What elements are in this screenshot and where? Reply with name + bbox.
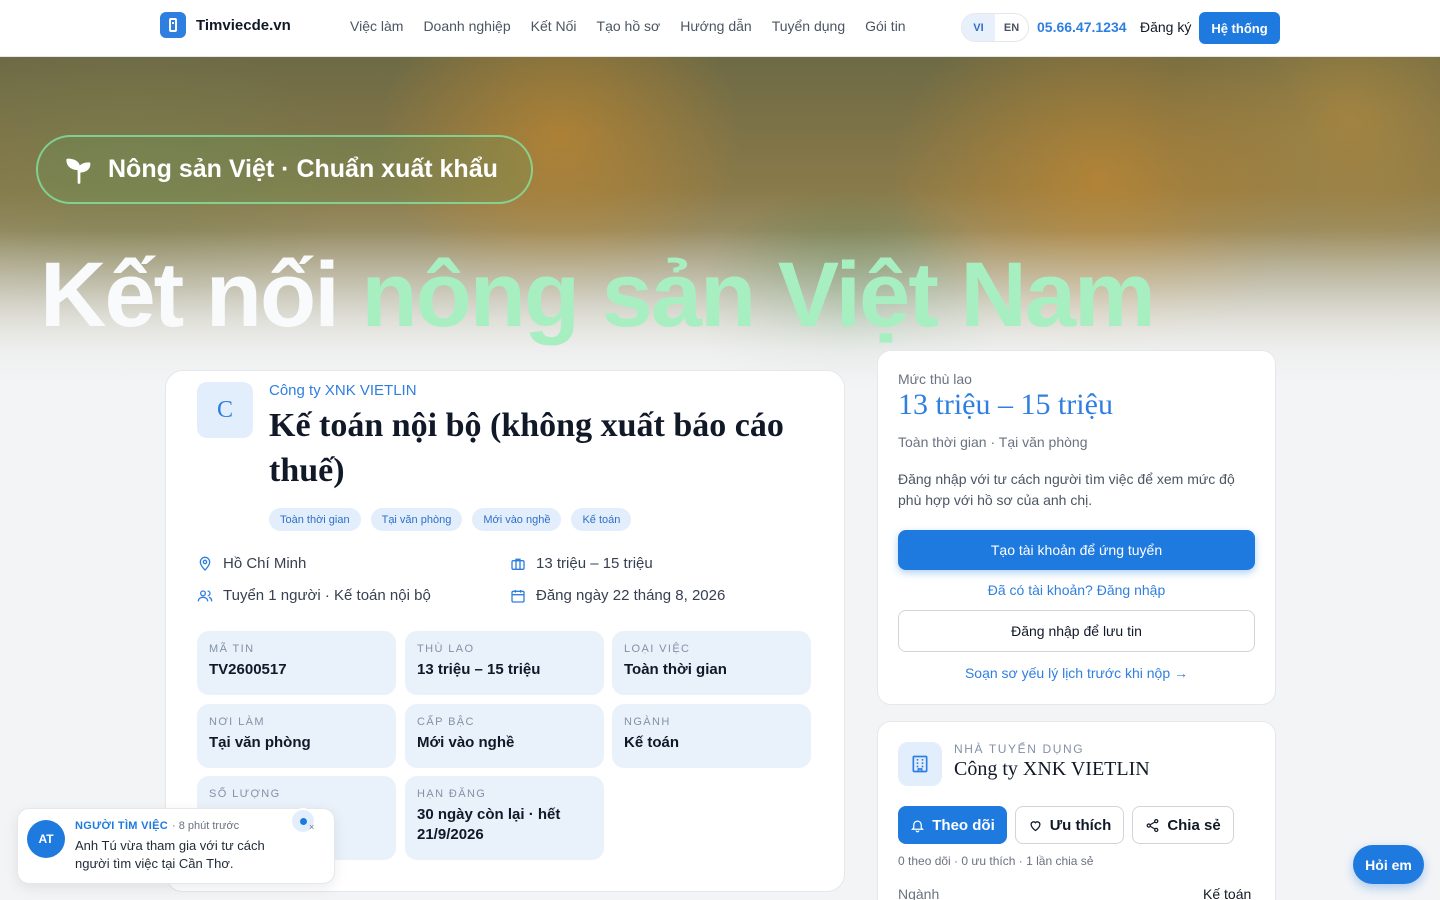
- salary-text: 13 triệu – 15 triệu: [536, 555, 653, 572]
- toast-time: · 8 phút trước: [172, 820, 240, 832]
- tag-full-time[interactable]: Toàn thời gian: [269, 508, 361, 531]
- hero-badge-text: Nông sản Việt · Chuẩn xuất khẩu: [108, 155, 498, 183]
- nav-doanh-nghiep[interactable]: Doanh nghiệp: [423, 18, 510, 34]
- info-label: Nơi làm: [209, 716, 265, 728]
- register-link[interactable]: Đăng ký: [1140, 19, 1191, 35]
- company-link[interactable]: Công ty XNK VIETLIN: [269, 382, 417, 399]
- job-title: Kế toán nội bộ (không xuất báo cáo thuế): [269, 407, 784, 489]
- employer-label: NHÀ TUYỂN DỤNG: [954, 742, 1085, 756]
- info-value: Mới vào nghề: [417, 734, 515, 751]
- system-button[interactable]: Hệ thống: [1199, 12, 1280, 44]
- toast-message: Anh Tú vừa tham gia với tư cách người tì…: [75, 838, 265, 871]
- top-navbar: Timviecde.vn Việc làm Doanh nghiệp Kết N…: [0, 0, 1440, 57]
- info-workplace: Nơi làm Tại văn phòng: [197, 704, 396, 768]
- info-level: Cấp bậc Mới vào nghề: [405, 704, 604, 768]
- create-account-button[interactable]: Tạo tài khoản để ứng tuyển: [898, 530, 1255, 570]
- users-icon: [197, 589, 213, 601]
- employer-industry-value: Kế toán: [1203, 886, 1252, 900]
- employer-name[interactable]: Công ty XNK VIETLIN: [954, 758, 1150, 781]
- sprout-icon: [66, 158, 91, 184]
- nav-tuyen-dung[interactable]: Tuyển dụng: [772, 18, 845, 34]
- info-job-type: Loại việc Toàn thời gian: [612, 631, 811, 695]
- favorite-label: Ưu thích: [1049, 816, 1112, 834]
- hero-badge: Nông sản Việt · Chuẩn xuất khẩu: [36, 135, 533, 204]
- info-value: Kế toán: [624, 734, 680, 751]
- employer-industry-label: Ngành: [898, 886, 940, 900]
- posted-text: Đăng ngày 22 tháng 8, 2026: [536, 587, 726, 604]
- chat-button[interactable]: Hỏi em: [1353, 845, 1424, 884]
- location-text: Hồ Chí Minh: [223, 555, 307, 572]
- headline-green: nông sản Việt Nam: [361, 244, 1155, 346]
- calendar-icon: [511, 589, 525, 603]
- info-value: Tại văn phòng: [209, 734, 311, 751]
- employer-stats: 0 theo dõi · 0 ưu thích · 1 lần chia sẻ: [898, 854, 1094, 868]
- building-icon: [898, 742, 942, 786]
- salary-label: Mức thù lao: [898, 371, 972, 387]
- briefcase-icon: [511, 558, 525, 570]
- info-label: Mã tin: [209, 643, 255, 655]
- bell-icon: [911, 820, 925, 832]
- info-salary: Thù lao 13 triệu – 15 triệu: [405, 631, 604, 695]
- prepare-cv-link[interactable]: Soạn sơ yếu lý lịch trước khi nộp →: [898, 665, 1255, 681]
- hiring-text: Tuyển 1 người · Kế toán nội bộ: [223, 587, 431, 604]
- tag-entry-level[interactable]: Mới vào nghề: [472, 508, 562, 531]
- meta-posted: Đăng ngày 22 tháng 8, 2026: [510, 587, 725, 604]
- info-deadline: Hạn đăng 30 ngày còn lại · hết 21/9/2026: [405, 776, 604, 860]
- salary-note: Đăng nhập với tư cách người tìm việc để …: [898, 471, 1235, 508]
- info-label: Cấp bậc: [417, 716, 475, 728]
- info-industry: Ngành Kế toán: [612, 704, 811, 768]
- brand[interactable]: Timviecde.vn: [160, 12, 291, 38]
- follow-label: Theo dõi: [932, 816, 995, 834]
- follow-button[interactable]: Theo dõi: [898, 806, 1007, 844]
- info-label: Ngành: [624, 716, 671, 728]
- info-label: Thù lao: [417, 643, 475, 655]
- phone-logo-icon: [160, 12, 186, 38]
- heart-icon: [1030, 820, 1041, 831]
- info-value: TV2600517: [209, 661, 287, 678]
- toast-role: NGƯỜI TÌM VIỆC: [75, 820, 168, 832]
- company-avatar: C: [197, 382, 253, 438]
- nav-tao-ho-so[interactable]: Tạo hồ sơ: [597, 18, 661, 34]
- meta-salary: 13 triệu – 15 triệu: [510, 555, 653, 572]
- nav-goi-tin[interactable]: Gói tin: [865, 18, 905, 34]
- share-label: Chia sẻ: [1167, 816, 1221, 834]
- login-to-save-button[interactable]: Đăng nhập để lưu tin: [898, 610, 1255, 652]
- tag-office[interactable]: Tại văn phòng: [370, 508, 463, 531]
- toast-close-button[interactable]: ×: [309, 822, 314, 832]
- share-button[interactable]: Chia sẻ: [1132, 806, 1234, 844]
- nav-huong-dan[interactable]: Hướng dẫn: [680, 18, 751, 34]
- info-value: 13 triệu – 15 triệu: [417, 661, 541, 678]
- tag-accounting[interactable]: Kế toán: [571, 508, 632, 531]
- favorite-button[interactable]: Ưu thích: [1015, 806, 1124, 844]
- meta-hiring: Tuyển 1 người · Kế toán nội bộ: [197, 587, 431, 604]
- info-label: Loại việc: [624, 643, 691, 655]
- nav-ket-noi[interactable]: Kết Nối: [531, 18, 577, 34]
- headline-white: Kết nối: [40, 244, 362, 346]
- brand-name: Timviecde.vn: [196, 16, 291, 34]
- toast-avatar: AT: [27, 820, 65, 858]
- info-value: 30 ngày còn lại · hết 21/9/2026: [417, 806, 561, 843]
- meta-location: Hồ Chí Minh: [197, 555, 306, 572]
- lang-vi[interactable]: VI: [962, 14, 995, 41]
- info-value: Toàn thời gian: [624, 661, 727, 678]
- salary-value: 13 triệu – 15 triệu: [898, 388, 1113, 421]
- info-label: Số lượng: [209, 788, 281, 800]
- hero-headline: Kết nối nông sản Việt Nam: [40, 244, 1156, 346]
- login-link[interactable]: Đã có tài khoản? Đăng nhập: [898, 582, 1255, 598]
- hotline[interactable]: 05.66.47.1234: [1037, 19, 1127, 35]
- nav-viec-lam[interactable]: Việc làm: [350, 18, 403, 34]
- info-label: Hạn đăng: [417, 788, 487, 800]
- lang-en[interactable]: EN: [995, 14, 1028, 41]
- job-tags: Toàn thời gian Tại văn phòng Mới vào ngh…: [269, 508, 632, 531]
- salary-type: Toàn thời gian · Tại văn phòng: [898, 434, 1088, 450]
- share-icon: [1146, 818, 1159, 832]
- main-nav: Việc làm Doanh nghiệp Kết Nối Tạo hồ sơ …: [350, 18, 906, 34]
- language-switch: VI EN: [961, 13, 1029, 42]
- map-pin-icon: [199, 556, 211, 571]
- info-job-id: Mã tin TV2600517: [197, 631, 396, 695]
